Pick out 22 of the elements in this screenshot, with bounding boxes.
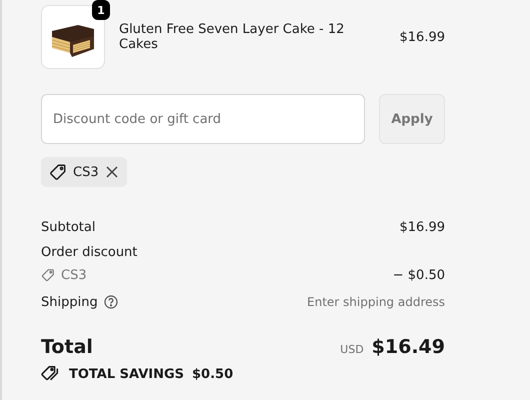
shipping-label: Shipping [41, 294, 98, 310]
discount-code: CS3 [73, 164, 99, 180]
help-icon[interactable] [104, 295, 118, 309]
product-name: Gluten Free Seven Layer Cake - 12 Cakes [119, 22, 346, 52]
discount-amount: − $0.50 [392, 268, 445, 282]
tag-icon [49, 163, 67, 181]
tags-icon [41, 365, 61, 383]
remove-icon[interactable] [104, 165, 119, 179]
discount-code: CS3 [61, 268, 87, 282]
product-price: $16.99 [400, 30, 445, 44]
shipping-value: Enter shipping address [307, 295, 445, 309]
order-discount-label: Order discount [41, 244, 138, 260]
currency-code: USD [340, 343, 364, 356]
subtotal-label: Subtotal [41, 220, 96, 234]
savings-value: $0.50 [192, 366, 234, 382]
discount-code-field[interactable]: Discount code or gift card [41, 94, 365, 144]
total-value: $16.49 [372, 336, 445, 358]
savings-label: TOTAL SAVINGS [69, 366, 184, 382]
total-label: Total [41, 336, 93, 358]
quantity-badge: 1 [92, 0, 110, 20]
subtotal-value: $16.99 [400, 220, 445, 234]
tag-icon [41, 268, 55, 282]
